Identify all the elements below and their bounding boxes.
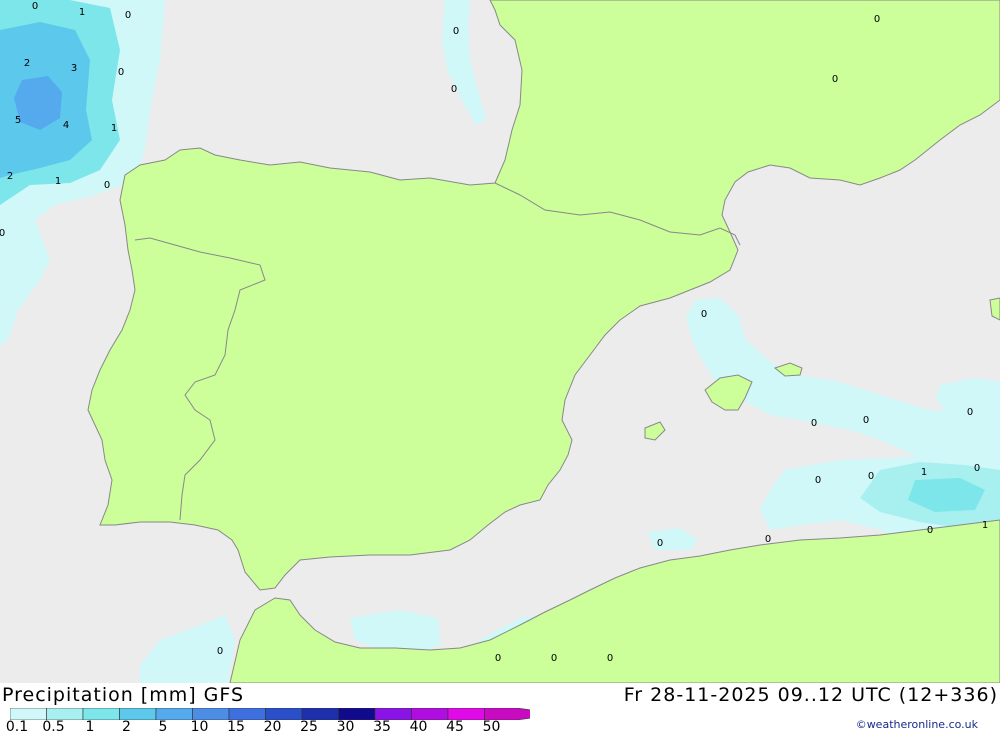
value-label: 0 (125, 10, 131, 21)
value-label: 0 (0, 228, 5, 239)
value-label: 0 (118, 67, 124, 78)
value-label: 0 (657, 538, 663, 549)
value-label: 0 (874, 14, 880, 25)
value-label: 0 (863, 415, 869, 426)
value-label: 0 (927, 525, 933, 536)
value-label: 0 (32, 1, 38, 12)
value-label: 3 (71, 63, 77, 74)
value-label: 0 (495, 653, 501, 664)
value-label: 0 (811, 418, 817, 429)
value-label: 0 (701, 309, 707, 320)
credit-link[interactable]: ©weatheronline.co.uk (856, 718, 978, 731)
value-label: 0 (967, 407, 973, 418)
precipitation-map: 0 1 0 2 3 0 5 4 1 2 1 0 0 0 0 0 0 0 0 0 … (0, 0, 1000, 683)
value-label: 1 (921, 467, 927, 478)
value-label: 0 (832, 74, 838, 85)
value-label: 2 (7, 171, 13, 182)
valid-time: Fr 28-11-2025 09..12 UTC (12+336) (623, 684, 998, 706)
value-label: 0 (607, 653, 613, 664)
value-label: 5 (15, 115, 21, 126)
value-label: 0 (551, 653, 557, 664)
value-label: 0 (104, 180, 110, 191)
value-label: 0 (453, 26, 459, 37)
value-label: 1 (111, 123, 117, 134)
value-label: 1 (79, 7, 85, 18)
value-label: 1 (55, 176, 61, 187)
value-label: 0 (217, 646, 223, 657)
value-label: 4 (63, 120, 69, 131)
map-footer: Precipitation [mm] GFS Fr 28-11-2025 09.… (0, 683, 1000, 735)
value-label: 0 (974, 463, 980, 474)
value-label: 2 (24, 58, 30, 69)
value-label: 0 (815, 475, 821, 486)
value-label: 0 (765, 534, 771, 545)
value-label: 0 (451, 84, 457, 95)
legend-labels: 0.1 0.5 1 2 5 10 15 20 25 30 35 40 45 50 (0, 719, 520, 735)
value-label: 0 (868, 471, 874, 482)
map-title: Precipitation [mm] GFS (2, 684, 245, 706)
value-label: 1 (982, 520, 988, 531)
